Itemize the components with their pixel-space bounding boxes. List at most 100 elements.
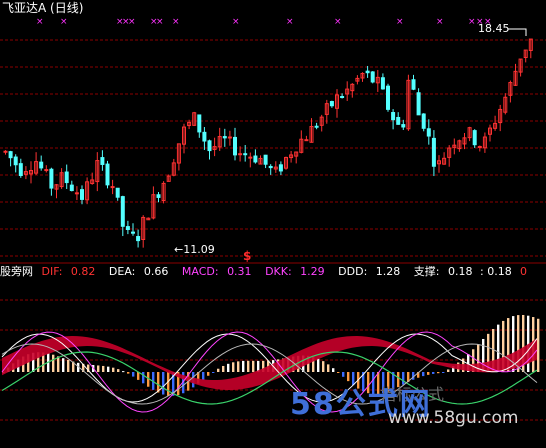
candle-body	[243, 153, 248, 156]
axis-value-readout: : 0.18	[480, 265, 512, 278]
macd-bar	[227, 363, 230, 372]
macd-bar	[67, 359, 70, 372]
macd-bar	[167, 372, 170, 396]
candle-body	[222, 136, 227, 139]
indicator-bars	[2, 314, 540, 396]
macd-bar	[402, 372, 405, 385]
candle-body	[105, 163, 110, 186]
macd-bar	[537, 318, 540, 372]
low-price-label: ←11.09	[174, 243, 215, 256]
price-candles	[3, 38, 533, 248]
candle-body	[238, 153, 243, 156]
macd-bar	[427, 372, 430, 375]
candle-body	[304, 139, 309, 142]
macd-bar	[207, 372, 210, 376]
candle-body	[386, 85, 390, 110]
macd-bar	[447, 369, 450, 372]
candle-body	[197, 114, 202, 133]
signal-marker: ×	[468, 17, 476, 27]
macd-bar	[437, 372, 440, 374]
candle-body	[131, 231, 135, 234]
macd-bar	[137, 372, 140, 380]
chart-title: 飞亚达A (日线)	[2, 1, 84, 15]
high-price-label: 18.45	[478, 22, 510, 35]
macd-bar	[232, 362, 235, 372]
macd-bar	[252, 360, 255, 372]
macd-bar	[347, 372, 350, 382]
macd-bar	[247, 360, 250, 372]
macd-bar	[132, 372, 135, 377]
signal-markers: × × ××× ×× × × × × × × × × ×	[36, 17, 527, 36]
signal-marker: ×	[232, 17, 240, 27]
candle-body	[396, 116, 401, 125]
macd-bar	[102, 365, 105, 372]
macd-bar	[322, 361, 325, 372]
signal-marker: ×	[286, 17, 294, 27]
candle-body	[421, 113, 426, 129]
candle-body	[278, 164, 283, 172]
candle-body	[329, 101, 334, 107]
candle-body	[370, 71, 375, 83]
macd-bar	[327, 364, 330, 372]
candle-body	[411, 79, 416, 90]
indicator-legend: 股旁网 DIF: 0.82 DEA: 0.66 MACD: 0.31 DKK: …	[0, 265, 483, 279]
macd-readout: MACD: 0.31	[181, 265, 252, 278]
macd-bar	[117, 369, 120, 372]
macd-bar	[62, 358, 65, 372]
macd-bar	[237, 361, 240, 372]
candle-body	[49, 168, 54, 189]
signal-marker: ×	[334, 17, 342, 27]
candle-body	[136, 236, 141, 242]
dea-readout: DEA: 0.66	[108, 265, 169, 278]
macd-bar	[97, 365, 100, 372]
candle-body	[44, 169, 49, 172]
dif-readout: DIF: 0.82	[41, 265, 96, 278]
support-readout: 支撑: 0.18	[413, 265, 473, 278]
candle-body	[426, 128, 431, 137]
signal-marker: ×	[172, 17, 180, 27]
buy-signal-marker: $	[243, 249, 252, 263]
candle-body	[416, 92, 421, 116]
macd-bar	[107, 366, 110, 372]
candle-body	[268, 165, 273, 169]
macd-bar	[422, 372, 425, 377]
candle-body	[207, 140, 212, 152]
candle-body	[365, 70, 370, 74]
candle-body	[202, 131, 207, 142]
signal-marker: ×	[156, 17, 164, 27]
axis-zero-readout: 0	[520, 265, 527, 278]
macd-bar	[432, 372, 435, 374]
signal-marker: ×	[128, 17, 136, 27]
stock-chart[interactable]: × × ××× ×× × × × × × × × × ×	[0, 0, 546, 448]
macd-bar	[162, 372, 165, 395]
macd-bar	[57, 356, 60, 372]
macd-bar	[332, 368, 335, 372]
ddd-readout: DDD: 1.28	[338, 265, 401, 278]
candle-body	[39, 161, 44, 169]
candle-body	[401, 124, 406, 128]
macd-bar	[127, 372, 130, 374]
macd-bar	[157, 372, 160, 393]
macd-bar	[142, 372, 145, 384]
macd-bar	[52, 354, 55, 372]
macd-bar	[242, 360, 245, 372]
candle-body	[120, 196, 125, 227]
candle-body	[233, 136, 237, 156]
candle-body	[69, 184, 74, 192]
signal-marker: ×	[60, 17, 68, 27]
candle-body	[125, 226, 130, 230]
candle-body	[248, 156, 253, 159]
macd-bar	[217, 368, 220, 372]
candle-body	[115, 187, 120, 198]
candle-body	[100, 157, 105, 165]
candle-body	[18, 163, 23, 177]
candle-body	[110, 186, 115, 189]
candle-body	[431, 137, 436, 167]
candle-body	[253, 155, 258, 163]
macd-bar	[337, 372, 340, 373]
candle-body	[64, 171, 69, 184]
macd-bar	[342, 372, 345, 377]
macd-bar	[212, 372, 215, 373]
high-arrow	[508, 28, 527, 36]
candle-body	[80, 189, 84, 200]
